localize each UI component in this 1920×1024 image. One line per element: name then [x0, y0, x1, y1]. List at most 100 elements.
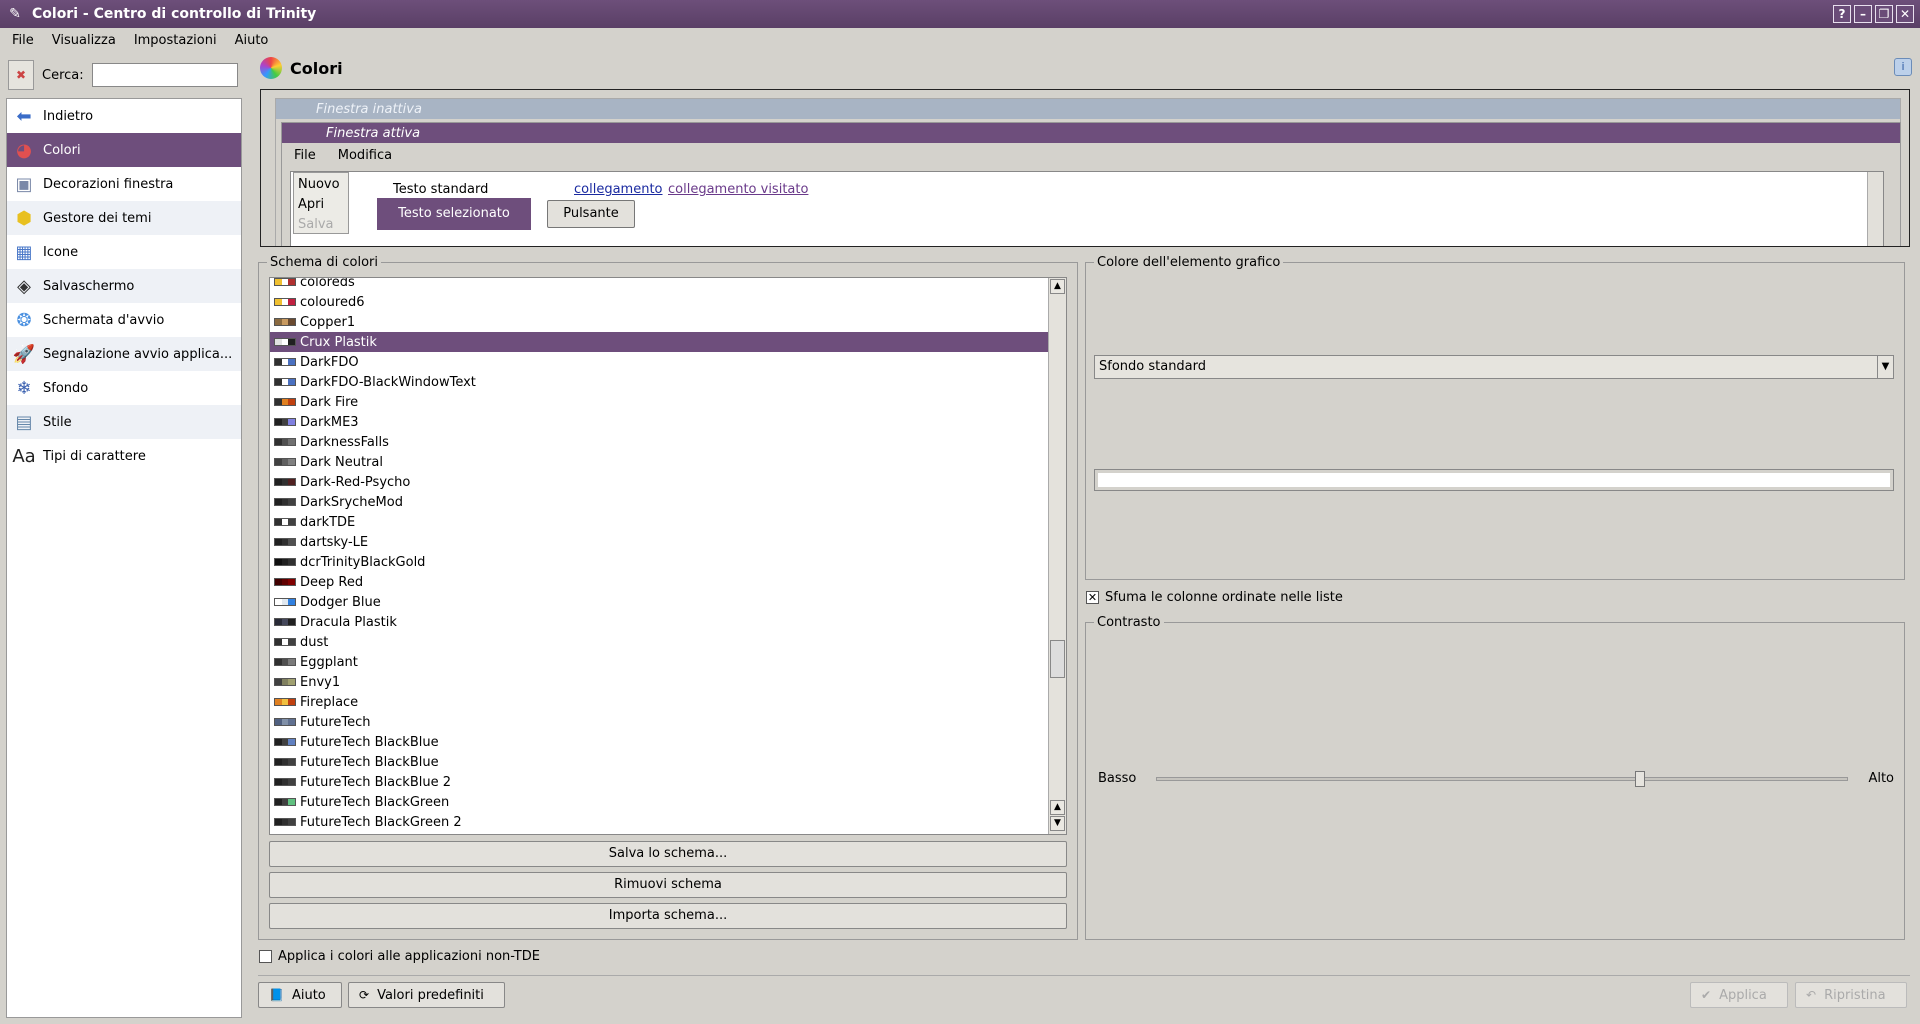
scheme-name: FutureTech BlackGreenSelected — [300, 835, 506, 836]
scroll-up-icon[interactable]: ▲ — [1050, 279, 1065, 294]
menu-settings[interactable]: Impostazioni — [134, 33, 217, 48]
preview-body[interactable]: Nuovo Apri Salva Testo standard collegam… — [290, 171, 1884, 246]
sidebar-item[interactable]: ◕ Colori — [7, 133, 241, 167]
scheme-swatch — [274, 418, 296, 426]
scheme-item[interactable]: FutureTech — [270, 712, 1050, 732]
save-scheme-button[interactable]: Salva lo schema... — [269, 841, 1067, 867]
sidebar-item[interactable]: ▤ Stile — [7, 405, 241, 439]
preview-selected-text[interactable]: Testo selezionato — [377, 198, 531, 230]
scheme-item[interactable]: FutureTech BlackBlue — [270, 752, 1050, 772]
sidebar-item[interactable]: ▦ Icone — [7, 235, 241, 269]
import-scheme-button[interactable]: Importa schema... — [269, 903, 1067, 929]
scheme-list-scrollbar[interactable]: ▲ ▲ ▼ — [1048, 278, 1066, 834]
scheme-item[interactable]: coloreds — [270, 278, 1050, 292]
color-preview[interactable]: Finestra inattiva Finestra attiva File M… — [260, 89, 1910, 247]
shade-sorted-checkbox[interactable]: ✕ — [1086, 591, 1099, 604]
scheme-item[interactable]: Dracula Plastik — [270, 612, 1050, 632]
scroll-down-icon[interactable]: ▼ — [1050, 816, 1065, 831]
scheme-item[interactable]: DarknessFalls — [270, 432, 1050, 452]
scheme-item[interactable]: Copper1 — [270, 312, 1050, 332]
close-button[interactable]: ✕ — [1896, 5, 1914, 23]
scheme-item[interactable]: coloured6 — [270, 292, 1050, 312]
scheme-item[interactable]: DarkSrycheMod — [270, 492, 1050, 512]
preview-button[interactable]: Pulsante — [547, 200, 635, 228]
scheme-swatch — [274, 598, 296, 606]
scheme-item[interactable]: Deep Red — [270, 572, 1050, 592]
scheme-item[interactable]: DarkFDO — [270, 352, 1050, 372]
clear-search-icon[interactable]: ✖ — [8, 60, 34, 90]
color-button[interactable] — [1094, 469, 1894, 491]
scheme-name: Dark-Red-Psycho — [300, 474, 411, 490]
preview-menubar[interactable]: File Modifica — [282, 143, 1900, 167]
minimize-button[interactable]: – — [1854, 5, 1872, 23]
active-window-preview[interactable]: Finestra attiva File Modifica Nuovo Apri… — [281, 122, 1901, 246]
preview-menu-file[interactable]: File — [294, 148, 316, 163]
inactive-titlebar[interactable]: Finestra inattiva — [276, 99, 1900, 119]
sidebar-item[interactable]: Aa Tipi di carattere — [7, 439, 241, 473]
scheme-name: Dodger Blue — [300, 594, 381, 610]
reset-button[interactable]: ↶ Ripristina — [1795, 982, 1907, 1008]
slider-thumb[interactable] — [1635, 770, 1646, 787]
sidebar-item[interactable]: ▣ Decorazioni finestra — [7, 167, 241, 201]
scheme-item[interactable]: Fireplace — [270, 692, 1050, 712]
scheme-item[interactable]: darkTDE — [270, 512, 1050, 532]
scheme-item[interactable]: Eggplant — [270, 652, 1050, 672]
defaults-button[interactable]: ⟳ Valori predefiniti — [348, 982, 505, 1008]
preview-menu-edit[interactable]: Modifica — [338, 148, 392, 163]
scheme-item[interactable]: dust — [270, 632, 1050, 652]
window-titlebar[interactable]: ✎ Colori - Centro di controllo di Trinit… — [0, 0, 1920, 28]
preview-standard-text[interactable]: Testo standard — [393, 182, 488, 197]
apply-nontde-row[interactable]: Applica i colori alle applicazioni non-T… — [259, 949, 540, 964]
widget-select[interactable]: Sfondo standard ▼ — [1094, 355, 1894, 379]
menu-file[interactable]: File — [12, 33, 34, 48]
sidebar-item[interactable]: ❄ Sfondo — [7, 371, 241, 405]
scroll-thumb[interactable] — [1050, 640, 1065, 678]
search-input[interactable] — [91, 63, 238, 87]
scheme-item[interactable]: DarkME3 — [270, 412, 1050, 432]
info-icon[interactable]: i — [1894, 58, 1912, 76]
preview-popup-open[interactable]: Apri — [298, 195, 344, 215]
menu-view[interactable]: Visualizza — [52, 33, 116, 48]
scheme-list[interactable]: coloreds coloured6 Copper1 Crux Plastik Dark… — [269, 277, 1067, 835]
menu-help[interactable]: Aiuto — [235, 33, 269, 48]
scheme-item[interactable]: FutureTech BlackGreen 2 — [270, 812, 1050, 832]
scheme-item[interactable]: Dark Fire — [270, 392, 1050, 412]
apply-nontde-checkbox[interactable] — [259, 950, 272, 963]
sidebar-item[interactable]: ◈ Salvaschermo — [7, 269, 241, 303]
scheme-item[interactable]: Dark Neutral — [270, 452, 1050, 472]
preview-scrollbar[interactable] — [1867, 172, 1883, 246]
sidebar-item[interactable]: 🚀 Segnalazione avvio applica... — [7, 337, 241, 371]
help-title-button[interactable]: ? — [1833, 5, 1851, 23]
sidebar-item[interactable]: ❂ Schermata d'avvio — [7, 303, 241, 337]
help-button[interactable]: 📘 Aiuto — [258, 982, 342, 1008]
sidebar-item[interactable]: ⬅ Indietro — [7, 99, 241, 133]
scheme-swatch — [274, 378, 296, 386]
scheme-item[interactable]: FutureTech BlackBlue 2 — [270, 772, 1050, 792]
sidebar-item[interactable]: ⬢ Gestore dei temi — [7, 201, 241, 235]
scheme-item[interactable]: FutureTech BlackBlue — [270, 732, 1050, 752]
apply-button[interactable]: ✔ Applica — [1690, 982, 1788, 1008]
active-titlebar[interactable]: Finestra attiva — [282, 123, 1900, 143]
preview-popup-new[interactable]: Nuovo — [298, 175, 344, 195]
scheme-item[interactable]: dcrTrinityBlackGold — [270, 552, 1050, 572]
scroll-up-icon[interactable]: ▲ — [1050, 800, 1065, 815]
scheme-item[interactable]: Dark-Red-Psycho — [270, 472, 1050, 492]
scheme-item[interactable]: Dodger Blue — [270, 592, 1050, 612]
scheme-item[interactable]: FutureTech BlackGreenSelected — [270, 832, 1050, 836]
scheme-swatch — [274, 278, 296, 286]
scheme-item[interactable]: FutureTech BlackGreen — [270, 792, 1050, 812]
remove-scheme-button[interactable]: Rimuovi schema — [269, 872, 1067, 898]
scheme-item[interactable]: dartsky-LE — [270, 532, 1050, 552]
contrast-slider[interactable] — [1156, 770, 1849, 787]
shade-sorted-row[interactable]: ✕ Sfuma le colonne ordinate nelle liste — [1086, 590, 1343, 605]
apply-nontde-label: Applica i colori alle applicazioni non-T… — [278, 949, 540, 964]
preview-visited-link[interactable]: collegamento visitato — [668, 182, 808, 197]
preview-popup-menu[interactable]: Nuovo Apri Salva — [293, 172, 349, 234]
chevron-down-icon[interactable]: ▼ — [1877, 356, 1893, 378]
scheme-item[interactable]: DarkFDO-BlackWindowText — [270, 372, 1050, 392]
maximize-button[interactable]: ❐ — [1875, 5, 1893, 23]
preview-link[interactable]: collegamento — [574, 182, 663, 197]
scheme-item[interactable]: Envy1 — [270, 672, 1050, 692]
scheme-item[interactable]: Crux Plastik — [270, 332, 1050, 352]
preview-popup-save[interactable]: Salva — [298, 215, 344, 235]
